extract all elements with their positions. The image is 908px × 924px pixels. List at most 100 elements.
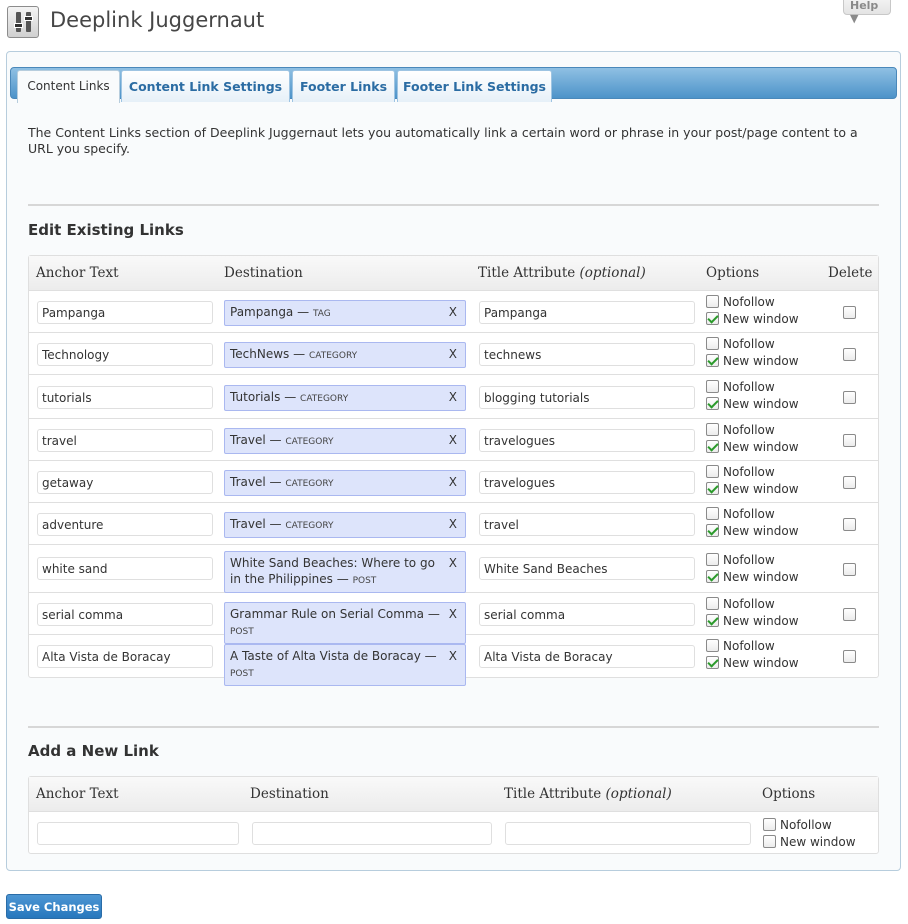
remove-destination-icon[interactable]: X <box>449 389 457 405</box>
nofollow-checkbox[interactable] <box>706 597 719 610</box>
nofollow-checkbox[interactable] <box>706 507 719 520</box>
title-attribute-input[interactable] <box>479 429 695 452</box>
new-window-checkbox[interactable] <box>706 397 719 410</box>
remove-destination-icon[interactable]: X <box>449 346 457 362</box>
new-window-checkbox[interactable] <box>706 312 719 325</box>
delete-checkbox[interactable] <box>843 348 856 361</box>
destination-type: Category <box>308 351 358 361</box>
new-window-option[interactable]: New window <box>706 656 799 672</box>
new-window-checkbox[interactable] <box>763 835 776 848</box>
title-attribute-input[interactable] <box>479 557 695 580</box>
new-window-option[interactable]: New window <box>706 312 799 328</box>
anchor-text-input[interactable] <box>37 603 213 626</box>
delete-checkbox[interactable] <box>843 608 856 621</box>
new-window-option[interactable]: New window <box>706 440 799 456</box>
nofollow-checkbox[interactable] <box>706 380 719 393</box>
anchor-text-input[interactable] <box>37 429 213 452</box>
new-window-option[interactable]: New window <box>706 614 799 630</box>
new-window-option[interactable]: New window <box>706 570 799 586</box>
anchor-text-input[interactable] <box>37 645 213 668</box>
remove-destination-icon[interactable]: X <box>449 432 457 448</box>
delete-checkbox[interactable] <box>843 518 856 531</box>
nofollow-option[interactable]: Nofollow <box>706 337 775 353</box>
remove-destination-icon[interactable]: X <box>449 606 457 622</box>
anchor-text-input[interactable] <box>37 557 213 580</box>
section-divider <box>28 204 879 206</box>
anchor-text-input[interactable] <box>37 513 213 536</box>
nofollow-option[interactable]: Nofollow <box>706 639 775 655</box>
remove-destination-icon[interactable]: X <box>449 555 457 571</box>
new-window-checkbox[interactable] <box>706 440 719 453</box>
new-window-option[interactable]: New window <box>706 482 799 498</box>
remove-destination-icon[interactable]: X <box>449 474 457 490</box>
anchor-text-input[interactable] <box>37 471 213 494</box>
new-window-checkbox[interactable] <box>706 354 719 367</box>
new-window-checkbox[interactable] <box>706 570 719 583</box>
new-window-option[interactable]: New window <box>706 397 799 413</box>
title-attribute-input[interactable] <box>479 471 695 494</box>
section-divider <box>28 726 879 728</box>
anchor-text-input[interactable] <box>37 343 213 366</box>
save-changes-button[interactable]: Save Changes <box>6 894 102 919</box>
nofollow-option[interactable]: Nofollow <box>706 465 775 481</box>
header-title-attribute: Title Attribute (optional) <box>478 265 646 281</box>
delete-checkbox[interactable] <box>843 563 856 576</box>
nofollow-option[interactable]: Nofollow <box>706 380 775 396</box>
delete-checkbox[interactable] <box>843 650 856 663</box>
destination-token: Tutorials — Category X <box>224 385 466 411</box>
new-window-checkbox[interactable] <box>706 524 719 537</box>
title-attribute-input[interactable] <box>479 301 695 324</box>
new-window-checkbox[interactable] <box>706 614 719 627</box>
destination-token: Travel — Category X <box>224 428 466 454</box>
remove-destination-icon[interactable]: X <box>449 304 457 320</box>
nofollow-checkbox[interactable] <box>763 818 776 831</box>
new-new-window-option[interactable]: New window <box>763 835 856 851</box>
nofollow-checkbox[interactable] <box>706 337 719 350</box>
nofollow-checkbox[interactable] <box>706 553 719 566</box>
destination-name: Tutorials <box>230 390 281 404</box>
title-attribute-input[interactable] <box>479 603 695 626</box>
nofollow-checkbox[interactable] <box>706 465 719 478</box>
nofollow-option[interactable]: Nofollow <box>706 597 775 613</box>
intro-text: The Content Links section of Deeplink Ju… <box>28 125 858 156</box>
new-window-checkbox[interactable] <box>706 482 719 495</box>
remove-destination-icon[interactable]: X <box>449 516 457 532</box>
table-row: A Taste of Alta Vista de Boracay — PostX… <box>29 635 878 686</box>
help-button[interactable]: Help ▼ <box>843 0 891 25</box>
nofollow-option[interactable]: Nofollow <box>706 553 775 569</box>
delete-checkbox[interactable] <box>843 476 856 489</box>
title-attribute-input[interactable] <box>479 386 695 409</box>
destination-token: Travel — Category X <box>224 512 466 538</box>
new-title-attribute-input[interactable] <box>505 822 751 845</box>
nofollow-option[interactable]: Nofollow <box>706 295 775 311</box>
nofollow-checkbox[interactable] <box>706 639 719 652</box>
new-window-option[interactable]: New window <box>706 354 799 370</box>
tab-content-links[interactable]: Content Links <box>17 70 120 103</box>
new-window-checkbox[interactable] <box>706 656 719 669</box>
nofollow-option[interactable]: Nofollow <box>706 423 775 439</box>
new-destination-input[interactable] <box>252 822 492 845</box>
tab-footer-links[interactable]: Footer Links <box>292 70 395 102</box>
table-row: White Sand Beaches: Where to go in the P… <box>29 545 878 593</box>
remove-destination-icon[interactable]: X <box>449 648 457 664</box>
new-window-option[interactable]: New window <box>706 524 799 540</box>
tab-footer-link-settings[interactable]: Footer Link Settings <box>397 70 552 102</box>
nofollow-option[interactable]: Nofollow <box>706 507 775 523</box>
anchor-text-input[interactable] <box>37 301 213 324</box>
title-attribute-input[interactable] <box>479 513 695 536</box>
nofollow-checkbox[interactable] <box>706 295 719 308</box>
header-destination: Destination <box>224 265 303 281</box>
delete-checkbox[interactable] <box>843 306 856 319</box>
new-nofollow-option[interactable]: Nofollow <box>763 818 832 834</box>
tab-content-link-settings[interactable]: Content Link Settings <box>121 70 290 102</box>
delete-checkbox[interactable] <box>843 391 856 404</box>
anchor-text-input[interactable] <box>37 386 213 409</box>
table-header: Anchor Text Destination Title Attribute … <box>29 256 878 291</box>
new-anchor-text-input[interactable] <box>37 822 239 845</box>
delete-checkbox[interactable] <box>843 434 856 447</box>
nofollow-checkbox[interactable] <box>706 423 719 436</box>
add-link-table: Anchor Text Destination Title Attribute … <box>28 776 879 854</box>
header-title-attribute: Title Attribute (optional) <box>504 786 672 802</box>
title-attribute-input[interactable] <box>479 343 695 366</box>
title-attribute-input[interactable] <box>479 645 695 668</box>
